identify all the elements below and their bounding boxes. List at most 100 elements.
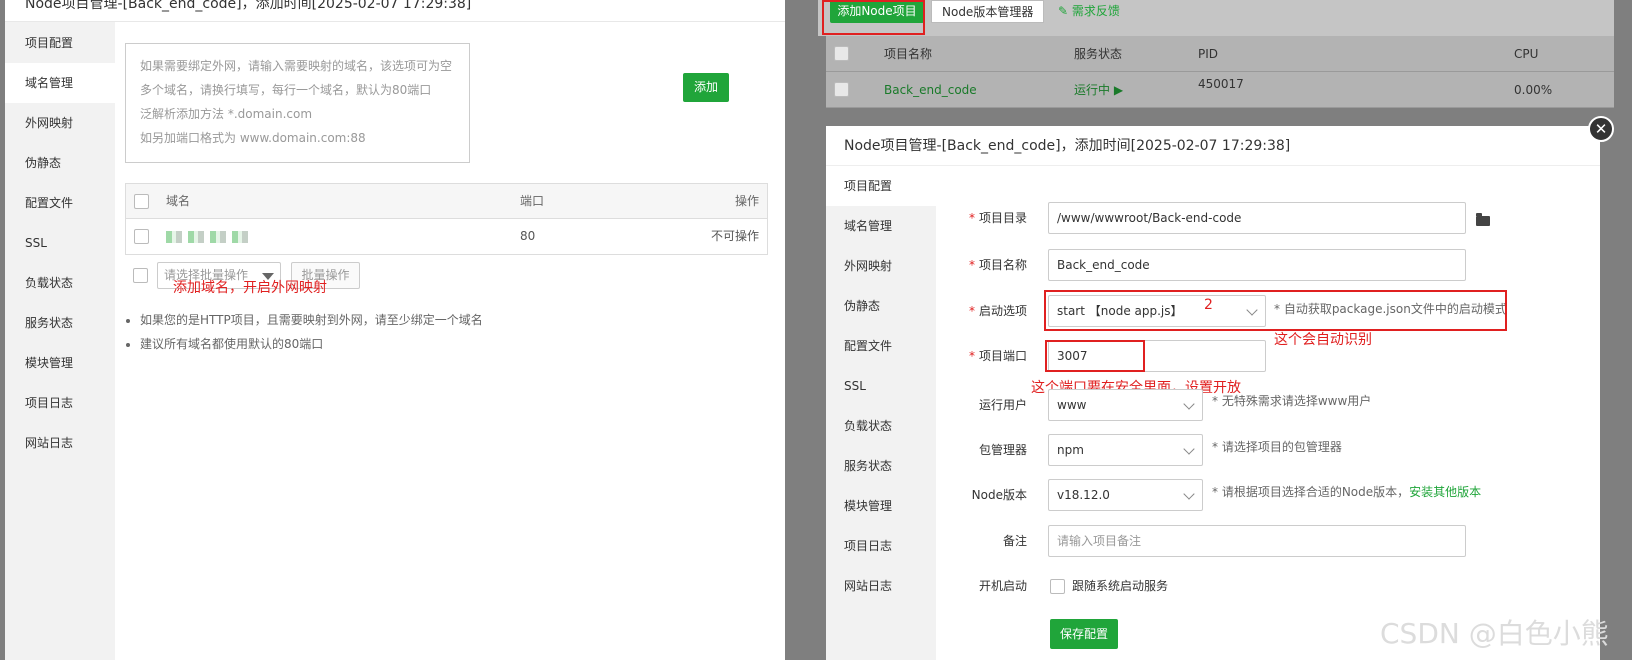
run-user-hint: * 无特殊需求请选择www用户 <box>1212 394 1372 408</box>
node-version-manager-button[interactable]: Node版本管理器 <box>931 0 1045 23</box>
left-panel-title: Node项目管理-[Back_end_code]，添加时间[2025-02-07… <box>5 0 785 22</box>
domain-placeholder-line: 泛解析添加方法 *.domain.com <box>140 107 313 121</box>
highlight-box-start-option <box>1044 290 1507 331</box>
feedback-label: 需求反馈 <box>1071 4 1120 18</box>
lp-nav-project-config[interactable]: 项目配置 <box>5 23 115 63</box>
tip-item: 如果您的是HTTP项目，且需要映射到外网，请至少绑定一个域名 <box>140 308 483 332</box>
label-run-user: 运行用户 <box>978 398 1027 412</box>
rm-nav-service-status[interactable]: 服务状态 <box>826 446 936 486</box>
lp-nav-load-status[interactable]: 负载状态 <box>5 263 115 303</box>
node-version-hint: * 请根据项目选择合适的Node版本，安装其他版本 <box>1212 485 1482 499</box>
run-user-value: www <box>1057 398 1087 412</box>
header-operation: 操作 <box>734 194 759 208</box>
save-config-button[interactable]: 保存配置 <box>1050 619 1118 649</box>
run-user-select[interactable]: www <box>1048 389 1203 421</box>
rm-nav-ssl[interactable]: SSL <box>826 366 936 406</box>
lp-nav-domain-manage[interactable]: 域名管理 <box>5 63 115 103</box>
lp-nav-config-file[interactable]: 配置文件 <box>5 183 115 223</box>
row-checkbox[interactable] <box>834 82 849 97</box>
batch-checkbox[interactable] <box>133 268 148 283</box>
rm-nav-rewrite[interactable]: 伪静态 <box>826 286 936 326</box>
lp-nav-ssl[interactable]: SSL <box>5 223 115 263</box>
rm-nav-external-mapping[interactable]: 外网映射 <box>826 246 936 286</box>
lp-nav-external-mapping[interactable]: 外网映射 <box>5 103 115 143</box>
boot-start-checkbox[interactable] <box>1050 579 1065 594</box>
lp-nav-rewrite[interactable]: 伪静态 <box>5 143 115 183</box>
label-project-dir: * 项目目录 <box>968 211 1027 225</box>
blurred-domain <box>166 219 252 254</box>
lp-nav-site-log[interactable]: 网站日志 <box>5 423 115 463</box>
lp-nav-service-status[interactable]: 服务状态 <box>5 303 115 343</box>
domain-input-textarea[interactable]: 如果需要绑定外网，请输入需要映射的域名，该选项可为空 多个域名，请换行填写，每行… <box>125 43 470 163</box>
package-manager-select[interactable]: npm <box>1048 434 1203 466</box>
node-table-header: 项目名称 服务状态 PID CPU <box>826 36 1614 72</box>
annotation-auto-detect: 这个会自动识别 <box>1274 332 1372 348</box>
header-service-status: 服务状态 <box>1074 47 1123 61</box>
header-project-name: 项目名称 <box>884 47 933 61</box>
select-all-checkbox[interactable] <box>134 194 149 209</box>
label-boot-start: 开机启动 <box>978 579 1027 593</box>
header-cpu: CPU <box>1514 47 1539 61</box>
table-row: Back_end_code 运行中 ▶ 450017 0.00% <box>826 72 1614 108</box>
domain-placeholder-line: 多个域名，请换行填写，每行一个域名，默认为80端口 <box>140 83 432 97</box>
highlight-box-port <box>1045 340 1145 372</box>
table-row: 80 不可操作 <box>126 219 767 254</box>
label-start-option: * 启动选项 <box>968 304 1027 318</box>
highlight-box-add-node <box>822 0 925 35</box>
rm-nav-load-status[interactable]: 负载状态 <box>826 406 936 446</box>
rm-nav-config-file[interactable]: 配置文件 <box>826 326 936 366</box>
domain-table: 域名 端口 操作 80 不可操作 <box>125 183 768 255</box>
csdn-watermark: CSDN @白色小熊 <box>1380 617 1609 650</box>
node-version-select[interactable]: v18.12.0 <box>1048 479 1203 511</box>
lp-nav-module-manage[interactable]: 模块管理 <box>5 343 115 383</box>
close-icon[interactable]: ✕ <box>1588 116 1614 142</box>
domain-placeholder-line: 如果需要绑定外网，请输入需要映射的域名，该选项可为空 <box>140 59 453 73</box>
rm-nav-project-log[interactable]: 项目日志 <box>826 526 936 566</box>
service-status-running[interactable]: 运行中 ▶ <box>1074 72 1123 108</box>
header-port: 端口 <box>520 194 545 208</box>
project-pid: 450017 <box>1198 77 1244 91</box>
tip-item: 建议所有域名都使用默认的80端口 <box>140 332 483 356</box>
domain-tips: 如果您的是HTTP项目，且需要映射到外网，请至少绑定一个域名 建议所有域名都使用… <box>140 308 483 356</box>
domain-table-header: 域名 端口 操作 <box>126 184 767 219</box>
project-cpu: 0.00% <box>1514 83 1553 97</box>
header-pid: PID <box>1198 47 1219 61</box>
edit-icon: ✎ <box>1058 4 1069 18</box>
node-project-table: 项目名称 服务状态 PID CPU Back_end_code 运行中 ▶ 45… <box>826 36 1614 108</box>
feedback-link[interactable]: ✎ 需求反馈 <box>1058 0 1120 23</box>
left-panel-nav: 项目配置 域名管理 外网映射 伪静态 配置文件 SSL 负载状态 服务状态 模块… <box>5 22 115 660</box>
chevron-down-icon <box>1183 443 1195 455</box>
project-name-input[interactable]: Back_end_code <box>1048 249 1466 281</box>
label-remark: 备注 <box>1002 534 1027 548</box>
select-all-checkbox[interactable] <box>834 46 849 61</box>
rm-nav-site-log[interactable]: 网站日志 <box>826 566 936 606</box>
label-project-name: * 项目名称 <box>968 258 1027 272</box>
modal-nav: 项目配置 域名管理 外网映射 伪静态 配置文件 SSL 负载状态 服务状态 模块… <box>826 166 936 660</box>
boot-start-checkbox-label[interactable]: 跟随系统启动服务 <box>1072 570 1168 602</box>
package-manager-value: npm <box>1057 443 1084 457</box>
install-other-version-link[interactable]: 安装其他版本 <box>1409 485 1481 499</box>
domain-placeholder-line: 如另加端口格式为 www.domain.com:88 <box>140 131 366 145</box>
rm-nav-project-config[interactable]: 项目配置 <box>826 166 936 206</box>
row-port: 80 <box>520 229 536 243</box>
folder-icon[interactable] <box>1476 213 1490 226</box>
add-domain-button[interactable]: 添加 <box>683 73 729 102</box>
annotation-add-domain: 添加域名，开启外网映射 <box>173 280 327 296</box>
row-operation: 不可操作 <box>710 229 759 243</box>
header-domain: 域名 <box>166 194 191 208</box>
rm-nav-module-manage[interactable]: 模块管理 <box>826 486 936 526</box>
modal-title: Node项目管理-[Back_end_code]，添加时间[2025-02-07… <box>826 126 1600 166</box>
node-version-value: v18.12.0 <box>1057 488 1110 502</box>
project-name-link[interactable]: Back_end_code <box>884 72 977 108</box>
chevron-down-icon <box>1183 398 1195 410</box>
label-package-manager: 包管理器 <box>978 443 1027 457</box>
package-manager-hint: * 请选择项目的包管理器 <box>1212 440 1342 454</box>
remark-input[interactable]: 请输入项目备注 <box>1048 525 1466 557</box>
row-checkbox[interactable] <box>134 229 149 244</box>
chevron-down-icon <box>1183 488 1195 500</box>
project-dir-input[interactable]: /www/wwwroot/Back-end-code <box>1048 202 1466 234</box>
label-node-version: Node版本 <box>971 488 1027 502</box>
label-project-port: * 项目端口 <box>968 349 1027 363</box>
rm-nav-domain-manage[interactable]: 域名管理 <box>826 206 936 246</box>
lp-nav-project-log[interactable]: 项目日志 <box>5 383 115 423</box>
